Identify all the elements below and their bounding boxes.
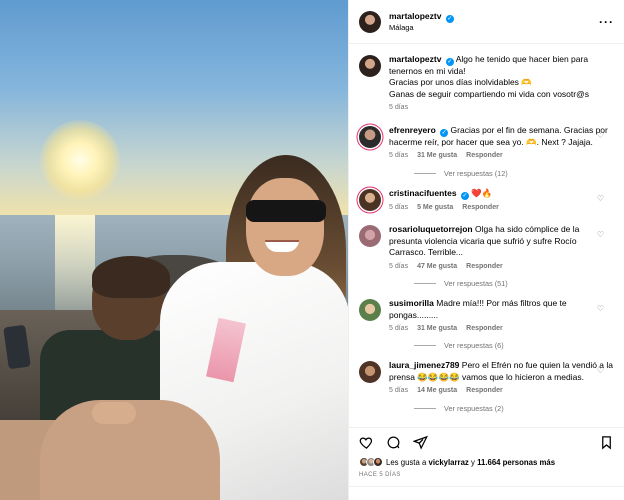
- likes-user[interactable]: vickylarraz: [429, 458, 469, 467]
- comment-time[interactable]: 5 días: [389, 324, 408, 333]
- likes-summary: Les gusta a vickylarraz y 11.664 persona…: [359, 457, 614, 467]
- post-timestamp[interactable]: HACE 5 DÍAS: [359, 472, 401, 478]
- comment-likes[interactable]: 31 Me gusta: [417, 151, 457, 160]
- comments-scroll[interactable]: martalopeztv ✓ Algo he tenido que hacer …: [349, 44, 624, 427]
- post-caption: martalopeztv ✓ Algo he tenido que hacer …: [359, 44, 614, 113]
- reply-button[interactable]: Responder: [466, 386, 503, 395]
- sunglasses: [246, 200, 326, 222]
- reply-button[interactable]: Responder: [462, 203, 499, 212]
- view-replies-button[interactable]: Ver respuestas (2): [414, 404, 614, 413]
- likes-count[interactable]: 11.664 personas más: [477, 458, 555, 467]
- comment-like-heart-icon[interactable]: ♡: [597, 194, 604, 203]
- comment: susimorilla Madre mía!!! Por más filtros…: [359, 292, 614, 333]
- verified-badge-icon: ✓: [445, 14, 454, 23]
- post-location[interactable]: Málaga: [389, 23, 599, 33]
- verified-badge-icon: ✓: [445, 58, 454, 66]
- author-username[interactable]: martalopeztv: [389, 11, 441, 21]
- comment-like-heart-icon[interactable]: ♡: [597, 366, 604, 375]
- comment-likes[interactable]: 5 Me gusta: [417, 203, 453, 212]
- view-replies-button[interactable]: Ver respuestas (51): [414, 279, 614, 288]
- comment-like-heart-icon[interactable]: ♡: [597, 230, 604, 239]
- comment: laura_jimenez789 Pero el Efrén no fue qu…: [359, 354, 614, 395]
- post-actions: [349, 427, 624, 457]
- comment-time[interactable]: 5 días: [389, 262, 408, 271]
- comment: cristinacifuentes ✓ ❤️🔥 5 días 5 Me gust…: [359, 182, 614, 212]
- reply-button[interactable]: Responder: [466, 324, 503, 333]
- reply-button[interactable]: Responder: [466, 151, 503, 160]
- commenter-avatar[interactable]: [359, 125, 381, 148]
- commenter-username[interactable]: susimorilla: [389, 298, 434, 308]
- comment-likes[interactable]: 14 Me gusta: [417, 386, 457, 395]
- comment-like-heart-icon[interactable]: ♡: [597, 131, 604, 140]
- post-header: martalopeztv ✓ Málaga ···: [349, 0, 624, 44]
- commenter-avatar[interactable]: [359, 188, 381, 211]
- man-hair: [92, 256, 170, 298]
- verified-badge-icon: ✓: [440, 128, 449, 137]
- post-panel: martalopeztv ✓ Málaga ··· martalopeztv ✓…: [348, 0, 624, 500]
- comment-icon[interactable]: [386, 435, 401, 450]
- caption-username[interactable]: martalopeztv: [389, 54, 441, 64]
- comment-time[interactable]: 5 días: [389, 386, 408, 395]
- author-avatar[interactable]: [359, 10, 381, 33]
- comment-like-heart-icon[interactable]: ♡: [597, 304, 604, 313]
- view-replies-button[interactable]: Ver respuestas (12): [414, 169, 614, 178]
- comment: rosarioluquetorrejon Olga ha sido cómpli…: [359, 212, 614, 271]
- sun-glare: [55, 215, 95, 315]
- more-dots-icon[interactable]: ···: [599, 15, 614, 29]
- heart-icon[interactable]: [359, 435, 374, 450]
- sun: [40, 120, 120, 200]
- comment: efrenreyero ✓ Gracias por el fin de sema…: [359, 113, 614, 161]
- caption-line: Gracias por unos días inolvidables 🫶: [389, 77, 532, 88]
- comment-text: ❤️🔥: [471, 187, 493, 198]
- author-avatar[interactable]: [359, 55, 381, 77]
- caption-time[interactable]: 5 días: [389, 103, 408, 112]
- likes-connector: y: [471, 457, 475, 467]
- commenter-avatar[interactable]: [359, 299, 381, 322]
- instagram-post-view: martalopeztv ✓ Málaga ··· martalopeztv ✓…: [0, 0, 624, 500]
- comment-likes[interactable]: 31 Me gusta: [417, 324, 457, 333]
- caption-line: Ganas de seguir compartiendo mi vida con…: [389, 88, 589, 99]
- commenter-username[interactable]: efrenreyero: [389, 125, 436, 135]
- post-photo[interactable]: [0, 0, 348, 500]
- liker-avatar: [373, 457, 383, 467]
- view-replies-button[interactable]: Ver respuestas (6): [414, 341, 614, 350]
- comment-likes[interactable]: 47 Me gusta: [417, 262, 457, 271]
- author-info: martalopeztv ✓ Málaga: [389, 11, 599, 33]
- commenter-username[interactable]: rosarioluquetorrejon: [389, 224, 473, 234]
- commenter-username[interactable]: cristinacifuentes: [389, 188, 457, 198]
- commenter-avatar[interactable]: [359, 361, 381, 384]
- likes-prefix: Les gusta a: [386, 457, 427, 467]
- save-icon[interactable]: [599, 435, 614, 450]
- verified-badge-icon: ✓: [460, 191, 469, 200]
- commenter-username[interactable]: laura_jimenez789: [389, 360, 459, 370]
- share-icon[interactable]: [413, 435, 428, 450]
- commenter-avatar[interactable]: [359, 225, 381, 248]
- reply-button[interactable]: Responder: [466, 262, 503, 271]
- comment-time[interactable]: 5 días: [389, 151, 408, 160]
- add-comment-bar[interactable]: [349, 486, 624, 500]
- hand: [92, 402, 136, 424]
- comment-time[interactable]: 5 días: [389, 203, 408, 212]
- woman-face: [246, 178, 324, 276]
